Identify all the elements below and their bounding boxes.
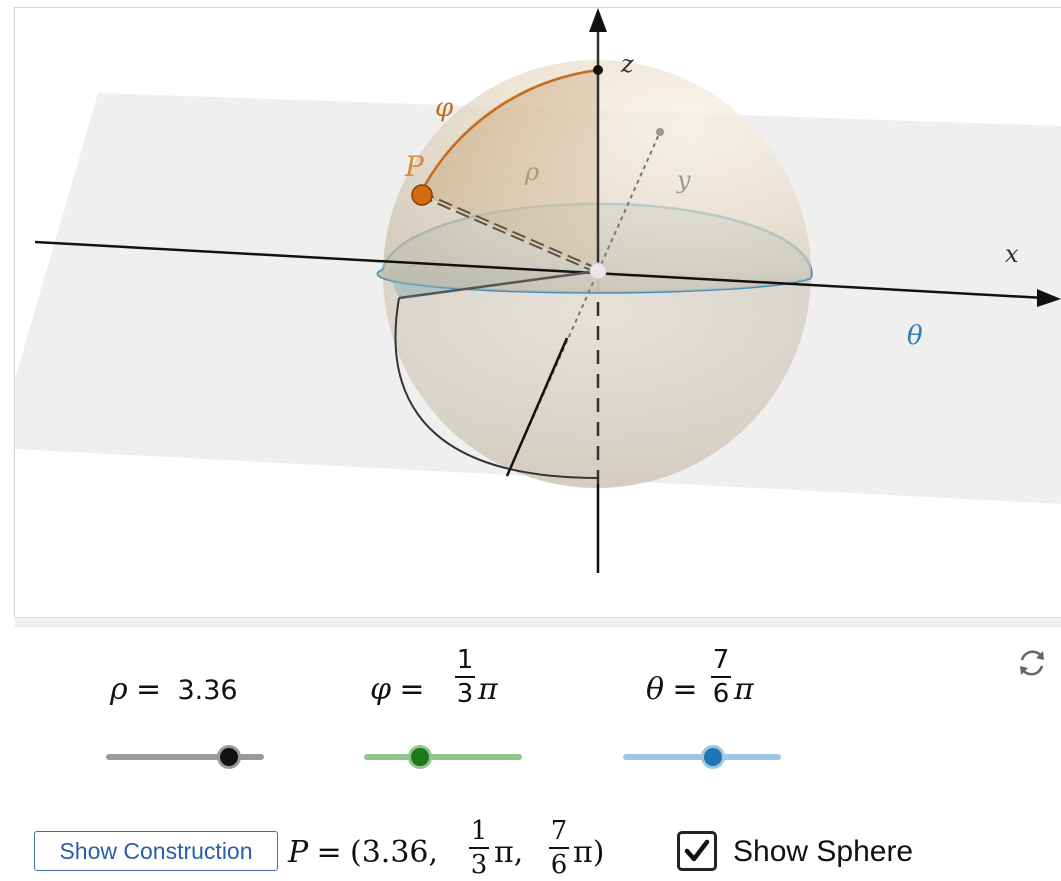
readout-phi-fraction: 1 3 [469,818,489,878]
show-sphere-label[interactable]: Show Sphere [733,835,913,869]
readout-pi2: π) [573,835,605,870]
rho-symbol: ρ [110,672,128,707]
label-x: x [1005,240,1019,268]
readout-theta-numerator: 7 [550,816,568,846]
theta-equals: = [672,672,698,707]
theta-pi: π [734,672,754,707]
phi-equation: φ = [370,675,425,705]
readout-theta-denominator: 6 [550,850,568,880]
readout-theta-fraction: 7 6 [549,818,569,878]
refresh-icon[interactable] [1014,645,1050,681]
label-phi: φ [435,93,454,123]
rho-slider[interactable] [106,745,264,769]
panel-divider [15,617,1061,627]
y-axis-endpoint [656,128,664,136]
label-theta: θ [907,321,923,351]
z-axis-arrow [589,8,607,32]
show-construction-button[interactable]: Show Construction [34,831,278,871]
rho-equals: = [135,672,162,707]
phi-denominator: 3 [456,679,474,709]
theta-slider-knob[interactable] [700,745,725,769]
theta-numerator: 7 [712,645,730,675]
point-p[interactable] [411,184,433,206]
readout-phi-numerator: 1 [470,816,488,846]
z-top-point [593,65,603,75]
phi-fraction: 1 3 [455,647,475,707]
phi-symbol: φ [370,672,392,707]
point-readout-lhs: P [288,835,309,870]
readout-pi1: π, [494,835,524,870]
label-y: y [676,166,691,194]
show-sphere-checkbox[interactable] [677,831,717,871]
phi-slider-track[interactable] [364,754,522,760]
theta-symbol: θ [646,672,665,707]
label-p: P [404,150,425,183]
rho-equation: ρ = 3.36 [110,675,238,705]
phi-equals: = [399,672,425,707]
theta-fraction: 7 6 [711,647,731,707]
point-readout-open: (3.36, [350,835,439,870]
point-readout-equals: = [316,835,342,870]
label-z: z [620,50,634,78]
phi-numerator: 1 [456,645,474,675]
graphics-3d-view[interactable]: z x y ρ φ P θ [15,8,1061,616]
rho-slider-knob[interactable] [217,745,242,769]
origin-point [589,262,607,280]
theta-denominator: 6 [712,679,730,709]
rho-value: 3.36 [177,675,238,706]
phi-slider[interactable] [364,745,522,769]
point-readout: P = (3.36, [288,838,438,868]
theta-equation: θ = [646,675,698,705]
phi-slider-knob[interactable] [408,745,433,769]
readout-phi-denominator: 3 [470,850,488,880]
label-rho: ρ [524,158,539,186]
checkmark-icon [684,839,710,862]
theta-slider[interactable] [623,745,781,769]
phi-pi: π [478,672,498,707]
